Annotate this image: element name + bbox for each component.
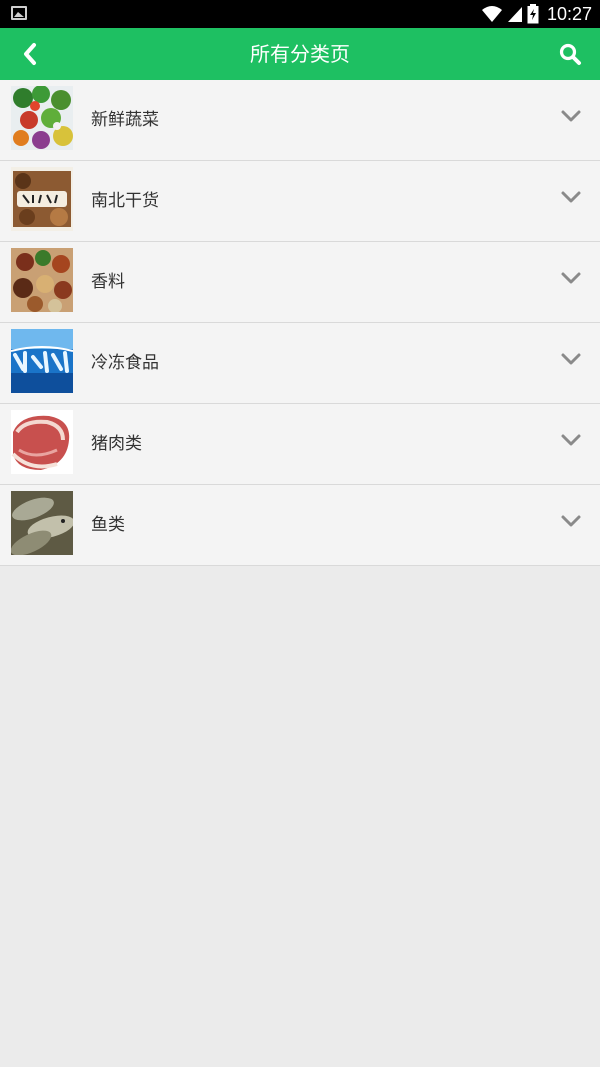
category-item-frozen-food[interactable]: 冷冻食品	[0, 323, 600, 404]
battery-icon	[527, 4, 539, 24]
app-bar: 所有分类页	[0, 28, 600, 80]
fish-photo	[11, 491, 73, 555]
dried-goods-photo	[11, 167, 73, 231]
category-item-fish[interactable]: 鱼类	[0, 485, 600, 566]
chevron-down-icon[interactable]	[560, 108, 582, 124]
frozen-food-photo	[11, 329, 73, 393]
category-label: 冷冻食品	[91, 353, 159, 373]
category-label: 南北干货	[91, 191, 159, 211]
category-list: 新鲜蔬菜 南北干货 香料 冷冻食品 猪肉类 鱼类	[0, 80, 600, 566]
gallery-icon	[11, 6, 27, 20]
wifi-icon	[481, 6, 502, 22]
spices-photo	[11, 248, 73, 312]
category-item-spices[interactable]: 香料	[0, 242, 600, 323]
search-button[interactable]	[552, 36, 588, 72]
chevron-down-icon[interactable]	[560, 351, 582, 367]
signal-icon	[507, 7, 522, 22]
category-label: 鱼类	[91, 515, 125, 535]
pork-photo	[11, 410, 73, 474]
status-time: 10:27	[546, 3, 592, 24]
status-bar: 10:27	[0, 0, 600, 28]
search-icon	[559, 43, 581, 65]
category-item-pork[interactable]: 猪肉类	[0, 404, 600, 485]
category-label: 猪肉类	[91, 434, 142, 454]
status-icons: 10:27	[481, 0, 592, 28]
chevron-down-icon[interactable]	[560, 189, 582, 205]
vegetables-photo	[11, 86, 73, 150]
chevron-down-icon[interactable]	[560, 432, 582, 448]
chevron-down-icon[interactable]	[560, 270, 582, 286]
category-item-vegetables[interactable]: 新鲜蔬菜	[0, 80, 600, 161]
category-label: 新鲜蔬菜	[91, 110, 159, 130]
chevron-down-icon[interactable]	[560, 513, 582, 529]
category-label: 香料	[91, 272, 125, 292]
page-title: 所有分类页	[250, 42, 350, 66]
category-item-dried-goods[interactable]: 南北干货	[0, 161, 600, 242]
